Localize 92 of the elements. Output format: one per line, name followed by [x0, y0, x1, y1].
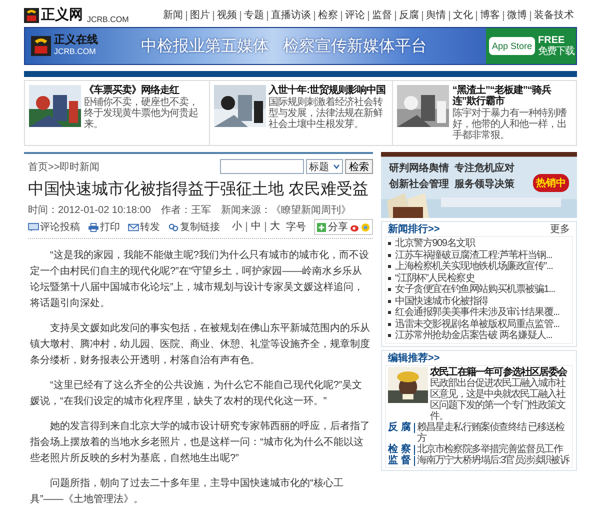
- search-field[interactable]: [220, 159, 304, 174]
- font-size-link[interactable]: 小: [228, 222, 246, 232]
- free-label: FREE: [538, 35, 565, 46]
- article-paragraph: “这里已经有了这么齐全的公共设施，为什么它不能自己现代化呢?”吴文媛说，“在我们设定的城市化程序里，缺失了农村的现代化这一环。”: [30, 378, 364, 409]
- comment-icon: [28, 222, 39, 232]
- nav-link[interactable]: 专题: [240, 11, 267, 21]
- feature-summary: 国际规则刺激着经济社会转型与发展，法律法规在新鲜社会土壤中生根发芽。: [268, 97, 384, 130]
- news-link[interactable]: 江苏车祸撞破豆腐渣工程:芦苇杆当钢...: [395, 250, 552, 261]
- ad-slogan: 创新社会管理 服务领导决策: [389, 177, 515, 191]
- news-link[interactable]: 赖昌星走私行贿案侦查终结 已移送检方: [416, 422, 570, 444]
- search-button[interactable]: 检索: [345, 159, 373, 174]
- nav-link[interactable]: 检察: [314, 11, 341, 21]
- bullet-icon: [388, 300, 391, 303]
- nav-link[interactable]: 图片: [186, 11, 213, 21]
- print-link[interactable]: 打印: [88, 220, 120, 234]
- feature-summary: 陈宇对于暴力有一种特别嗜好，他带的人和他一样，出手都非常狠。: [452, 108, 568, 141]
- news-link[interactable]: 中国快速城市化被指得: [395, 296, 488, 307]
- bullet-icon: [388, 334, 391, 338]
- link-icon: [168, 222, 179, 232]
- font-size-link[interactable]: 中: [246, 222, 265, 232]
- article-paragraph: “这是我的家园，我能不能做主呢?我们为什么只有城市的城市化，而不设定一个由村民们自主的现代化呢?”在“守望乡土，呵护家园——岭南水乡乐从论坛暨第十八届中国城市化论坛”上，城市规划与设计专家吴文媛这样追问，将话题引向深处。: [30, 248, 370, 311]
- article-paragraph: 支持吴文媛如此发问的事实包括，在被规划在佛山东平新城范围内的乐从镇大墩村、腾冲村，幼儿园、医院、商业、休憩、礼堂等设施齐全，规章制度条分缕析，财务报表公开透明，村落自治有声有色。: [30, 322, 371, 368]
- news-link[interactable]: 北京市检察院多举措完善监督员工作: [416, 444, 562, 454]
- nav-link[interactable]: 评论: [341, 11, 368, 21]
- category-label[interactable]: 监 督: [388, 456, 415, 466]
- category-label[interactable]: 反 腐: [388, 422, 415, 432]
- banner-slogan: 检察宣传新媒体平台: [283, 36, 427, 56]
- news-link[interactable]: 女子贪便宜在钓鱼网站购买机票被骗1...: [395, 284, 555, 296]
- article-title: 中国快速城市化被指得益于强征土地 农民难受益: [28, 180, 370, 200]
- bullet-icon: [388, 311, 391, 314]
- news-link[interactable]: 上海检察机关实现地铁机场廉政宣传”...: [395, 261, 553, 272]
- nav-link[interactable]: 舆情: [422, 11, 449, 21]
- bullet-icon: [388, 288, 391, 292]
- copy-link[interactable]: 复制链接: [168, 220, 220, 234]
- bullet-icon: [388, 254, 391, 257]
- news-link[interactable]: 红会通报郭美美事件未涉及审计结果覆...: [395, 307, 560, 318]
- comment-link[interactable]: 评论投稿: [28, 220, 80, 234]
- nav-link[interactable]: 装备技术: [530, 11, 577, 21]
- article-meta: 新闻来源：《瞭望新闻周刊》: [220, 204, 351, 217]
- bullet-icon: [388, 322, 391, 326]
- search-type-dropdown[interactable]: 标题: [306, 159, 343, 174]
- editor-picks-title[interactable]: 编辑推荐>>: [388, 352, 440, 364]
- more-link[interactable]: 更多: [550, 223, 570, 236]
- feature-title-link[interactable]: “黑渣土”“老板建”“骑兵连”欺行霸市: [452, 85, 572, 107]
- nav-link[interactable]: 视频: [213, 11, 240, 21]
- nav-link[interactable]: 新闻: [160, 11, 186, 21]
- nav-link[interactable]: 文化: [449, 11, 476, 21]
- site-domain: JCRB.COM: [87, 15, 129, 24]
- nav-link[interactable]: 微博: [503, 11, 530, 21]
- news-link[interactable]: 北京警方909名文职: [395, 238, 475, 250]
- share-button[interactable]: 分享: [314, 219, 373, 235]
- article-paragraph: 问题所指，朝向了过去二十多年里，主导中国快速城市化的“核心工具”——《土地管理法》。: [30, 476, 344, 507]
- ad-badge: 热销中: [533, 174, 569, 192]
- banner-domain: JCRB.COM: [54, 46, 97, 58]
- news-link[interactable]: 迅雷未交影视剧名单被版权局重点监管...: [395, 318, 560, 330]
- article-meta: 时间：2012-01-02 10:18:00: [28, 204, 151, 217]
- font-size-label: 字号: [286, 220, 306, 234]
- breadcrumb[interactable]: 首页>>即时新闻: [28, 160, 100, 174]
- logo-icon: [24, 8, 39, 22]
- banner-logo-text: 正义在线: [54, 34, 98, 46]
- editor-feature-title[interactable]: 农民工在籍一年可参选社区居委会: [430, 366, 570, 378]
- ad-slogan: 研判网络舆情 专注危机应对: [389, 161, 515, 175]
- free-download-label: 免费下载: [538, 46, 574, 57]
- nav-link[interactable]: 监督: [368, 11, 395, 21]
- news-link[interactable]: 海南万宁大桥坍塌后:3官员涉渎职被诉: [416, 454, 569, 466]
- forward-link[interactable]: 转发: [128, 220, 160, 234]
- nav-link[interactable]: 反腐: [395, 11, 422, 21]
- app-store-button[interactable]: App Store: [489, 37, 536, 55]
- article-meta: 作者：王军: [160, 204, 211, 217]
- logo-icon: [31, 35, 51, 57]
- article-paragraph: 她的发言得到来自北京大学的城市设计研究专家韩西丽的呼应，后者指了指会场上摆放着的当地水乡老照片，也是这样一问：“城市化为什么不能以这些老照片所反映的乡村为基底，自然地生出呢?”: [30, 420, 371, 466]
- banner-slogan: 中检报业第五媒体: [141, 36, 269, 56]
- site-logo-text: 正义网: [41, 6, 83, 24]
- nav-link[interactable]: 博客: [476, 11, 503, 21]
- feature-title-link[interactable]: 《车票买卖》网络走红: [84, 85, 205, 96]
- nav-link[interactable]: 直播访谈: [267, 11, 314, 21]
- printer-icon: [88, 222, 99, 232]
- caret-icon: [333, 164, 340, 169]
- feature-title-link[interactable]: 入世十年:世贸规则影响中国: [268, 85, 388, 96]
- category-label[interactable]: 检 察: [388, 444, 415, 454]
- font-size-link[interactable]: 大: [265, 222, 284, 232]
- editor-feature-summary: 民政部出台促进农民工融入城市社区意见，这是中央就农民工融入社区问题下发的第一个专门性政策文件。: [430, 378, 566, 422]
- news-link[interactable]: 江苏常州抢劫金店案告破 两名嫌疑人...: [395, 330, 552, 342]
- bullet-icon: [388, 265, 391, 268]
- envelope-icon: [128, 222, 139, 232]
- bullet-icon: [388, 242, 391, 246]
- bullet-icon: [388, 276, 391, 280]
- ranking-title[interactable]: 新闻排行>>: [388, 223, 440, 236]
- plus-icon: [317, 222, 326, 232]
- feature-summary: 卧铺你不卖，硬座也不卖，终于发现黄牛票他为何贵起来。: [84, 97, 199, 130]
- news-link[interactable]: “江阴杯”人民检察史: [395, 272, 475, 284]
- advertisement[interactable]: 研判网络舆情 专注危机应对 创新社会管理 服务领导决策 热销中: [381, 152, 577, 218]
